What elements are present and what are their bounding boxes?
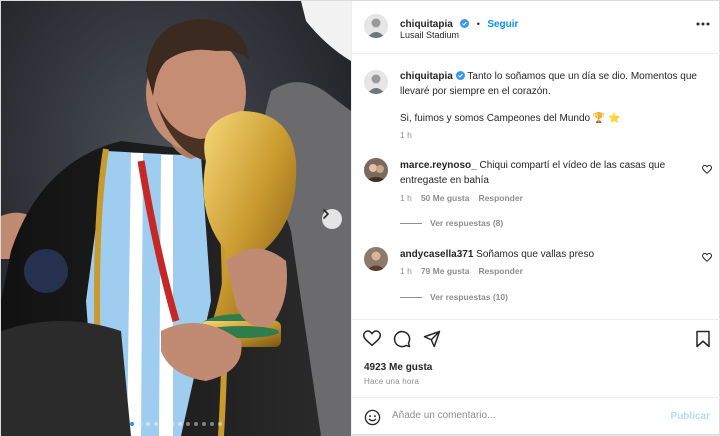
- replies-divider: [400, 222, 422, 224]
- comment-meta: 1 h 50 Me gusta Responder: [400, 193, 523, 203]
- post-location[interactable]: Lusail Stadium: [400, 30, 459, 40]
- post-details-panel: chiquitapia • Seguir Lusail Stadium chiq…: [351, 1, 720, 436]
- follow-button[interactable]: Seguir: [487, 19, 518, 30]
- likes-count[interactable]: 4923 Me gusta: [364, 362, 432, 373]
- author-username[interactable]: chiquitapia: [400, 19, 453, 30]
- replies-divider: [400, 296, 422, 298]
- send-icon[interactable]: [423, 330, 441, 348]
- carousel-indicator: [1, 422, 351, 426]
- comment-input[interactable]: [392, 410, 652, 421]
- view-replies-label: Ver respuestas (8): [430, 218, 504, 228]
- chevron-right-icon: [323, 209, 330, 219]
- comment-reply-button[interactable]: Responder: [478, 193, 522, 203]
- comment-text-line2: entregaste en bahía: [400, 175, 489, 186]
- carousel-dot: [162, 422, 166, 426]
- comment-text-line1: Soñamos que vallas preso: [476, 249, 595, 260]
- carousel-dot: [194, 422, 198, 426]
- post-header: chiquitapia • Seguir Lusail Stadium: [352, 1, 720, 54]
- comment-username[interactable]: andycasella371: [400, 249, 473, 260]
- carousel-dot: [138, 422, 142, 426]
- carousel-dot: [154, 422, 158, 426]
- carousel-dot: [130, 422, 134, 426]
- comment-avatar[interactable]: [364, 158, 388, 182]
- comment-username[interactable]: marce.reynoso_: [400, 160, 477, 171]
- comment-icon[interactable]: [393, 330, 411, 348]
- carousel-dot: [170, 422, 174, 426]
- comment-avatar[interactable]: [364, 247, 388, 271]
- emoji-icon[interactable]: [364, 409, 381, 426]
- bookmark-icon[interactable]: [695, 330, 711, 348]
- comment-text-line1: Chiqui compartí el vídeo de las casas qu…: [479, 160, 666, 171]
- view-replies-label: Ver respuestas (10): [430, 292, 508, 302]
- view-replies-button[interactable]: Ver respuestas (8): [400, 218, 503, 228]
- caption-text-line1: Tanto lo soñamos que un día se dio. Mome…: [467, 71, 697, 82]
- caption: chiquitapia Tanto lo soñamos que un día …: [400, 69, 710, 126]
- comment-like-heart-icon[interactable]: [702, 165, 712, 174]
- carousel-dot: [178, 422, 182, 426]
- post-photo: [1, 1, 351, 436]
- carousel-dot: [202, 422, 206, 426]
- author-avatar[interactable]: [364, 14, 388, 38]
- verified-badge-icon: [455, 71, 465, 80]
- verified-badge-icon: [460, 19, 470, 28]
- carousel-dot: [186, 422, 190, 426]
- carousel-dot: [210, 422, 214, 426]
- comment-reply-button[interactable]: Responder: [478, 266, 522, 276]
- comment-composer: Publicar: [352, 397, 720, 436]
- comment-time: 1 h: [400, 193, 412, 203]
- carousel-next-button[interactable]: [322, 209, 342, 229]
- post-media[interactable]: [1, 1, 351, 436]
- post-actions: 4923 Me gusta Hace una hora: [352, 319, 720, 409]
- caption-text-line2: llevaré por siempre en el corazón.: [400, 86, 551, 97]
- comment-likes[interactable]: 50 Me gusta: [421, 193, 470, 203]
- comment-like-heart-icon[interactable]: [702, 253, 712, 262]
- caption-username[interactable]: chiquitapia: [400, 71, 453, 82]
- view-replies-button[interactable]: Ver respuestas (10): [400, 292, 508, 302]
- comment-time: 1 h: [400, 266, 412, 276]
- carousel-dot: [146, 422, 150, 426]
- caption-text-line3: Si, fuimos y somos Campeones del Mundo 🏆…: [400, 113, 621, 124]
- carousel-dot: [218, 422, 222, 426]
- comments-section: chiquitapia Tanto lo soñamos que un día …: [352, 54, 720, 317]
- comment-item: marce.reynoso_ Chiqui compartí el vídeo …: [400, 158, 700, 188]
- instagram-post: chiquitapia • Seguir Lusail Stadium chiq…: [0, 0, 720, 436]
- publish-button[interactable]: Publicar: [671, 411, 710, 422]
- header-separator: •: [476, 19, 480, 29]
- caption-time: 1 h: [400, 130, 412, 140]
- more-horizontal-icon[interactable]: [696, 22, 710, 26]
- comment-meta: 1 h 79 Me gusta Responder: [400, 266, 523, 276]
- post-time-ago: Hace una hora: [364, 377, 420, 386]
- comment-item: andycasella371 Soñamos que vallas preso: [400, 247, 700, 262]
- caption-avatar[interactable]: [364, 70, 388, 94]
- comment-likes[interactable]: 79 Me gusta: [421, 266, 470, 276]
- heart-icon[interactable]: [363, 330, 381, 347]
